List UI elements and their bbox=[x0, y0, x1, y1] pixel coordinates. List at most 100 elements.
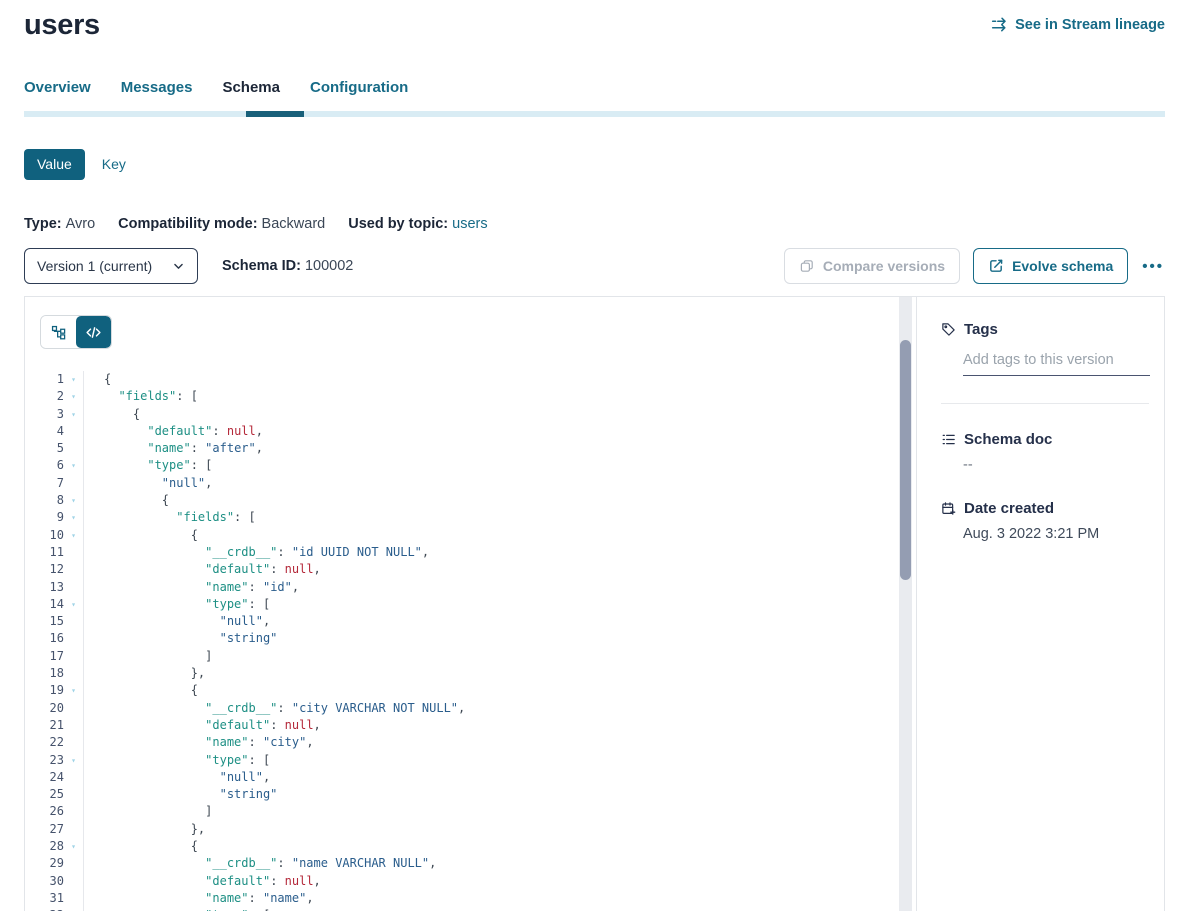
line-number: 14 bbox=[25, 596, 64, 613]
more-options-button[interactable]: ••• bbox=[1141, 258, 1165, 275]
line-number: 23 bbox=[25, 752, 64, 769]
code-line: 17 ] bbox=[25, 648, 916, 665]
schema-panel: 1▾{2▾ "fields": [3▾ {4 "default": null,5… bbox=[24, 296, 1165, 911]
code-line: 7 "null", bbox=[25, 475, 916, 492]
line-number: 15 bbox=[25, 613, 64, 630]
fold-arrow-icon[interactable]: ▾ bbox=[64, 406, 84, 423]
key-toggle-button[interactable]: Key bbox=[85, 149, 143, 180]
line-number: 19 bbox=[25, 682, 64, 699]
line-number: 27 bbox=[25, 821, 64, 838]
fold-arrow-icon[interactable]: ▾ bbox=[64, 596, 84, 613]
tag-icon bbox=[941, 322, 956, 337]
fold-gutter bbox=[64, 786, 84, 803]
fold-gutter bbox=[64, 440, 84, 457]
fold-arrow-icon[interactable]: ▾ bbox=[64, 527, 84, 544]
tree-view-toggle-button[interactable] bbox=[41, 316, 76, 348]
version-select[interactable]: Version 1 (current) bbox=[24, 248, 198, 284]
line-number: 1 bbox=[25, 371, 64, 388]
code-line: 25 "string" bbox=[25, 786, 916, 803]
code-editor[interactable]: 1▾{2▾ "fields": [3▾ {4 "default": null,5… bbox=[25, 297, 916, 911]
code-line: 1▾{ bbox=[25, 371, 916, 388]
tab-messages[interactable]: Messages bbox=[121, 79, 193, 96]
used-by-topic-field: Used by topic:users bbox=[348, 216, 487, 232]
line-number: 22 bbox=[25, 734, 64, 751]
edit-icon bbox=[988, 258, 1004, 274]
schema-id-field: Schema ID:100002 bbox=[222, 258, 353, 274]
fold-arrow-icon[interactable]: ▾ bbox=[64, 388, 84, 405]
fold-arrow-icon[interactable]: ▾ bbox=[64, 838, 84, 855]
type-label: Type: bbox=[24, 216, 62, 232]
code-line: 21 "default": null, bbox=[25, 717, 916, 734]
code-line: 18 }, bbox=[25, 665, 916, 682]
tab-overview[interactable]: Overview bbox=[24, 79, 91, 96]
scrollbar-thumb[interactable] bbox=[900, 340, 911, 580]
code-line-text: "type": [ bbox=[84, 907, 270, 911]
fold-arrow-icon[interactable]: ▾ bbox=[64, 371, 84, 388]
stream-lineage-icon bbox=[991, 16, 1008, 33]
code-lines: 1▾{2▾ "fields": [3▾ {4 "default": null,5… bbox=[25, 371, 916, 911]
schema-id-value: 100002 bbox=[305, 258, 353, 274]
tags-title: Tags bbox=[964, 321, 998, 338]
tab-underline-track bbox=[24, 111, 1165, 117]
fold-gutter bbox=[64, 475, 84, 492]
fold-arrow-icon[interactable]: ▾ bbox=[64, 509, 84, 526]
fold-gutter bbox=[64, 561, 84, 578]
fold-gutter bbox=[64, 579, 84, 596]
code-view-toggle-button[interactable] bbox=[76, 316, 111, 348]
topic-link[interactable]: users bbox=[452, 216, 487, 232]
fold-arrow-icon[interactable]: ▾ bbox=[64, 492, 84, 509]
type-value: Avro bbox=[66, 216, 96, 232]
line-number: 4 bbox=[25, 423, 64, 440]
tab-configuration[interactable]: Configuration bbox=[310, 79, 408, 96]
fold-arrow-icon[interactable]: ▾ bbox=[64, 907, 84, 911]
line-number: 3 bbox=[25, 406, 64, 423]
date-created-header: Date created bbox=[941, 500, 1149, 517]
code-line-text: { bbox=[84, 682, 198, 699]
code-line-text: "null", bbox=[84, 769, 270, 786]
code-line-text: "type": [ bbox=[84, 752, 270, 769]
code-line-text: "type": [ bbox=[84, 457, 212, 474]
code-line: 2▾ "fields": [ bbox=[25, 388, 916, 405]
line-number: 25 bbox=[25, 786, 64, 803]
line-number: 12 bbox=[25, 561, 64, 578]
fold-arrow-icon[interactable]: ▾ bbox=[64, 752, 84, 769]
fold-arrow-icon[interactable]: ▾ bbox=[64, 682, 84, 699]
code-line-text: "default": null, bbox=[84, 873, 321, 890]
value-toggle-button[interactable]: Value bbox=[24, 149, 85, 180]
line-number: 6 bbox=[25, 457, 64, 474]
line-number: 31 bbox=[25, 890, 64, 907]
code-line-text: { bbox=[84, 406, 140, 423]
fold-gutter bbox=[64, 648, 84, 665]
code-line-text: { bbox=[84, 492, 169, 509]
see-in-stream-lineage-link[interactable]: See in Stream lineage bbox=[991, 16, 1165, 33]
code-line-text: "fields": [ bbox=[84, 509, 256, 526]
line-number: 16 bbox=[25, 630, 64, 647]
code-line-text: "__crdb__": "name VARCHAR NULL", bbox=[84, 855, 436, 872]
code-line: 10▾ { bbox=[25, 527, 916, 544]
tags-input[interactable] bbox=[963, 352, 1150, 376]
fold-arrow-icon[interactable]: ▾ bbox=[64, 457, 84, 474]
fold-gutter bbox=[64, 717, 84, 734]
line-number: 2 bbox=[25, 388, 64, 405]
line-number: 18 bbox=[25, 665, 64, 682]
code-line-text: }, bbox=[84, 821, 205, 838]
line-number: 32 bbox=[25, 907, 64, 911]
line-number: 9 bbox=[25, 509, 64, 526]
code-line-text: { bbox=[84, 527, 198, 544]
code-line: 9▾ "fields": [ bbox=[25, 509, 916, 526]
chevron-down-icon bbox=[172, 260, 185, 273]
code-line-text: "default": null, bbox=[84, 717, 321, 734]
tags-section-header: Tags bbox=[941, 321, 1149, 338]
scrollbar-track[interactable] bbox=[899, 297, 912, 911]
calendar-plus-icon bbox=[941, 501, 956, 516]
code-line: 12 "default": null, bbox=[25, 561, 916, 578]
code-line-text: "fields": [ bbox=[84, 388, 198, 405]
compare-icon bbox=[799, 258, 815, 274]
code-line: 24 "null", bbox=[25, 769, 916, 786]
evolve-schema-button[interactable]: Evolve schema bbox=[973, 248, 1128, 284]
code-line-text: "default": null, bbox=[84, 423, 263, 440]
line-number: 11 bbox=[25, 544, 64, 561]
active-tab-indicator bbox=[246, 111, 304, 117]
compare-versions-button[interactable]: Compare versions bbox=[784, 248, 960, 284]
tab-schema[interactable]: Schema bbox=[222, 79, 280, 96]
